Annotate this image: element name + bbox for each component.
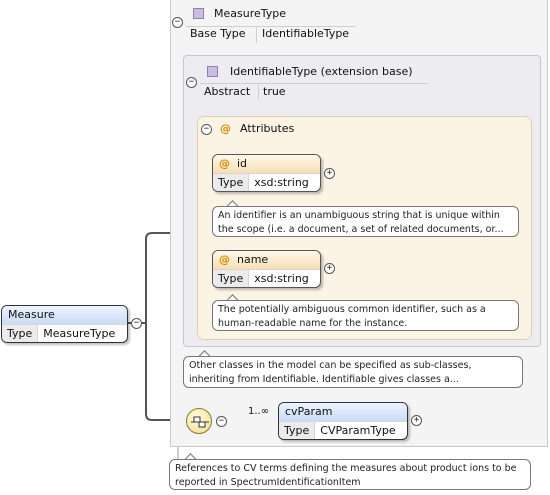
divider (200, 83, 428, 84)
complex-type-icon (207, 66, 218, 77)
measure-type-collapse-toggle[interactable]: − (172, 17, 183, 28)
measure-type-label: Type (2, 325, 39, 342)
cvparam-element-box[interactable]: cvParam Type CVParamType (278, 402, 408, 440)
complex-type-icon (193, 8, 204, 19)
attribute-at-icon: @ (220, 122, 231, 135)
cvparam-cardinality: 1..∞ (248, 406, 270, 417)
measure-type-value: MeasureType (43, 327, 116, 340)
attribute-id-name: id (237, 157, 248, 170)
attribute-id-type-label: Type (213, 174, 250, 191)
sequence-collapse-toggle[interactable]: − (216, 416, 227, 427)
measure-collapse-toggle[interactable]: − (131, 318, 142, 329)
attribute-name-type-value: xsd:string (254, 272, 309, 285)
attribute-name-name: name (237, 253, 269, 266)
measure-type-title: MeasureType (214, 7, 287, 20)
attribute-id-doc: An identifier is an unambiguous string t… (212, 206, 519, 237)
cvparam-doc: References to CV terms defining the meas… (169, 459, 531, 490)
attribute-name-expand-toggle[interactable]: + (324, 263, 335, 274)
attributes-title: Attributes (240, 122, 295, 135)
attribute-name-doc: The potentially ambiguous common identif… (212, 300, 519, 331)
attribute-id-expand-toggle[interactable]: + (324, 168, 335, 179)
identifiable-doc: Other classes in the model can be specif… (183, 356, 523, 388)
divider (258, 84, 259, 100)
attribute-id-box[interactable]: @ id Type xsd:string (212, 154, 321, 192)
cvparam-type-value: CVParamType (320, 424, 396, 437)
cvparam-expand-toggle[interactable]: + (411, 415, 422, 426)
attribute-name-type-label: Type (213, 270, 250, 287)
identifiable-type-collapse-toggle[interactable]: − (186, 77, 197, 88)
attributes-collapse-toggle[interactable]: − (201, 124, 212, 135)
attribute-at-icon: @ (219, 253, 230, 266)
identifiable-type-title: IdentifiableType (extension base) (230, 65, 413, 78)
sequence-compositor-icon[interactable] (186, 408, 212, 434)
base-type-value: IdentifiableType (262, 27, 350, 40)
measure-element-name: Measure (2, 306, 127, 324)
abstract-label: Abstract (204, 85, 251, 98)
measure-element-box[interactable]: Measure Type MeasureType (1, 305, 128, 343)
cvparam-element-name: cvParam (279, 403, 407, 421)
base-type-label: Base Type (190, 27, 246, 40)
abstract-value: true (263, 85, 286, 98)
attribute-id-type-value: xsd:string (254, 176, 309, 189)
attribute-at-icon: @ (219, 157, 230, 170)
attribute-name-box[interactable]: @ name Type xsd:string (212, 250, 321, 288)
cvparam-type-label: Type (279, 422, 316, 439)
divider (256, 27, 257, 43)
